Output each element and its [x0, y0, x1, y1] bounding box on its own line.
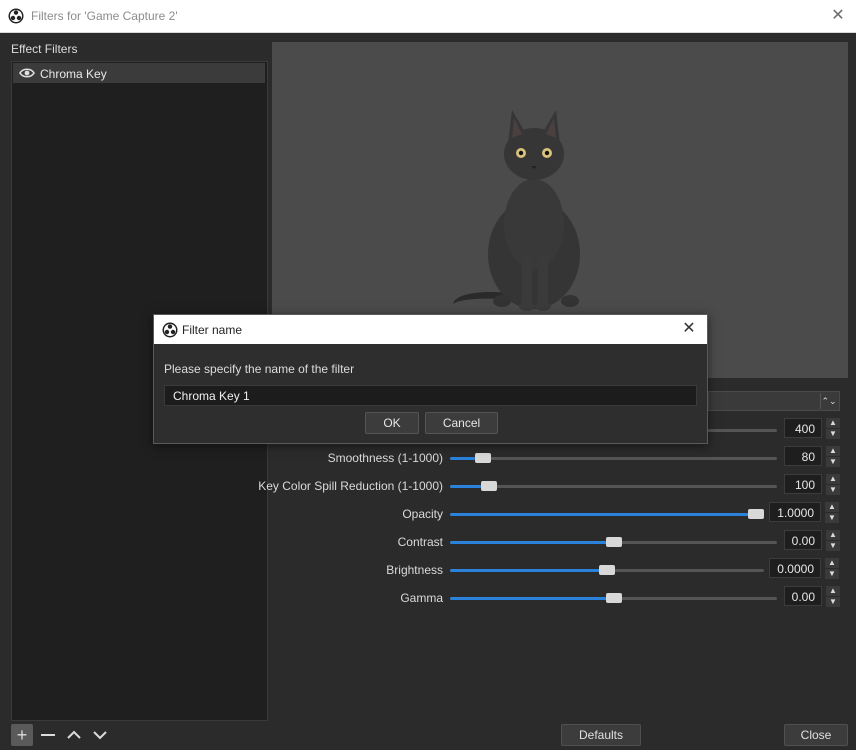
- window-close-icon[interactable]: ✕: [828, 6, 848, 26]
- property-value-spinbox[interactable]: 80: [784, 446, 822, 466]
- property-value-spinbox[interactable]: 0.00: [784, 586, 822, 606]
- add-filter-button[interactable]: +: [11, 724, 33, 746]
- decrement-icon[interactable]: ▼: [826, 485, 840, 495]
- filter-item-label: Chroma Key: [40, 67, 107, 81]
- property-label: Opacity: [402, 507, 443, 521]
- key-color-type-select[interactable]: ⌃⌄: [708, 391, 840, 411]
- property-slider[interactable]: [450, 565, 764, 575]
- slider-fill: [450, 457, 475, 460]
- slider-handle[interactable]: [599, 565, 615, 575]
- property-slider[interactable]: [450, 509, 764, 519]
- property-label: Brightness: [386, 563, 443, 577]
- spinbox-arrows: ▲ ▼: [826, 418, 840, 440]
- dialog-title: Filter name: [182, 323, 243, 337]
- slider-handle[interactable]: [606, 537, 622, 547]
- move-up-button[interactable]: [63, 724, 85, 746]
- slider-fill: [450, 485, 481, 488]
- slider-handle[interactable]: [748, 509, 764, 519]
- slider-handle[interactable]: [475, 453, 491, 463]
- property-value-spinbox[interactable]: 0.00: [784, 530, 822, 550]
- filter-item-chroma-key[interactable]: Chroma Key: [13, 63, 265, 83]
- property-slider[interactable]: [450, 537, 777, 547]
- property-row: Smoothness (1-1000) 80 ▲ ▼: [272, 446, 848, 470]
- increment-icon[interactable]: ▲: [825, 502, 839, 512]
- chevron-down-icon: [93, 731, 107, 740]
- property-row: Key Color Spill Reduction (1-1000) 100 ▲ ▼: [258, 474, 848, 498]
- spinbox-arrows: ▲ ▼: [826, 474, 840, 496]
- property-slider[interactable]: [450, 481, 777, 491]
- property-row: Brightness 0.0000 ▲ ▼: [272, 558, 848, 582]
- slider-handle[interactable]: [606, 593, 622, 603]
- obs-logo-icon: [162, 322, 178, 338]
- increment-icon[interactable]: ▲: [826, 418, 840, 428]
- slider-fill: [450, 569, 600, 572]
- filter-name-dialog: Filter name ✕ Please specify the name of…: [153, 314, 708, 444]
- increment-icon[interactable]: ▲: [826, 586, 840, 596]
- decrement-icon[interactable]: ▼: [826, 541, 840, 551]
- decrement-icon[interactable]: ▼: [826, 457, 840, 467]
- window-titlebar: Filters for 'Game Capture 2' ✕: [0, 0, 856, 33]
- remove-filter-button[interactable]: [37, 724, 59, 746]
- property-row: Contrast 0.00 ▲ ▼: [272, 530, 848, 554]
- dialog-prompt: Please specify the name of the filter: [164, 362, 355, 376]
- chevron-up-icon: [67, 730, 81, 739]
- spinbox-arrows: ▲ ▼: [826, 530, 840, 552]
- increment-icon[interactable]: ▲: [825, 558, 839, 568]
- ok-button[interactable]: OK: [365, 412, 419, 434]
- increment-icon[interactable]: ▲: [826, 474, 840, 484]
- defaults-button[interactable]: Defaults: [561, 724, 641, 746]
- slider-fill: [450, 513, 750, 516]
- cat-image: [453, 110, 580, 311]
- property-slider[interactable]: [450, 593, 777, 603]
- property-row: Opacity 1.0000 ▲ ▼: [272, 502, 848, 526]
- spinbox-arrows: ▲ ▼: [825, 558, 839, 580]
- property-value-spinbox[interactable]: 1.0000: [769, 502, 821, 522]
- obs-logo-icon: [8, 8, 24, 24]
- property-value-spinbox[interactable]: 100: [784, 474, 822, 494]
- decrement-icon[interactable]: ▼: [826, 429, 840, 439]
- property-label: Smoothness (1-1000): [327, 451, 443, 465]
- window-title: Filters for 'Game Capture 2': [31, 9, 178, 23]
- slider-fill: [450, 541, 607, 544]
- property-label: Key Color Spill Reduction (1-1000): [258, 479, 443, 493]
- eye-icon[interactable]: [19, 66, 35, 80]
- dialog-titlebar: Filter name ✕: [154, 315, 707, 344]
- property-slider[interactable]: [450, 453, 777, 463]
- chevron-updown-icon: ⌃⌄: [820, 393, 837, 409]
- slider-fill: [450, 597, 607, 600]
- increment-icon[interactable]: ▲: [826, 530, 840, 540]
- dialog-close-icon[interactable]: ✕: [679, 319, 699, 339]
- spinbox-arrows: ▲ ▼: [825, 502, 839, 524]
- property-label: Contrast: [397, 535, 443, 549]
- increment-icon[interactable]: ▲: [826, 446, 840, 456]
- decrement-icon[interactable]: ▼: [826, 597, 840, 607]
- cancel-button[interactable]: Cancel: [425, 412, 498, 434]
- spinbox-arrows: ▲ ▼: [826, 586, 840, 608]
- close-button[interactable]: Close: [784, 724, 848, 746]
- property-value-spinbox[interactable]: 0.0000: [769, 558, 821, 578]
- filter-name-input[interactable]: [164, 385, 697, 406]
- spinbox-arrows: ▲ ▼: [826, 446, 840, 468]
- effect-filters-label: Effect Filters: [11, 42, 78, 56]
- property-row: Gamma 0.00 ▲ ▼: [272, 586, 848, 610]
- decrement-icon[interactable]: ▼: [825, 513, 839, 523]
- property-label: Gamma: [400, 591, 443, 605]
- move-down-button[interactable]: [89, 724, 111, 746]
- decrement-icon[interactable]: ▼: [825, 569, 839, 579]
- slider-handle[interactable]: [481, 481, 497, 491]
- property-value-spinbox[interactable]: 400: [784, 418, 822, 438]
- minus-icon: [41, 734, 55, 736]
